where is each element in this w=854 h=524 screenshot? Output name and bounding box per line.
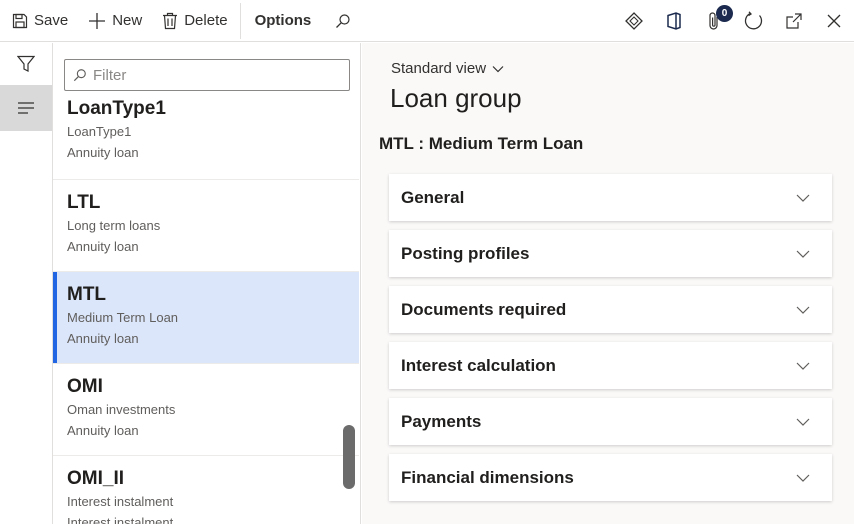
list-item-title: LTL: [67, 192, 101, 213]
list-item[interactable]: OMI_II Interest instalment Interest inst…: [53, 456, 359, 524]
list-item-description: Interest instalment: [67, 494, 174, 509]
list-item-title: LoanType1: [67, 98, 166, 119]
open-new-window-button[interactable]: [774, 0, 814, 42]
fasttab-label: Interest calculation: [401, 355, 556, 375]
fasttab-posting-profiles[interactable]: Posting profiles: [389, 230, 832, 277]
search-icon: [73, 69, 86, 82]
action-pane: Save New Delete Options 0: [0, 0, 854, 42]
list-item-type: Annuity loan: [67, 145, 139, 160]
list-item-title: OMI_II: [67, 468, 125, 489]
fasttab-payments[interactable]: Payments: [389, 398, 832, 445]
chevron-down-icon: [796, 418, 810, 426]
record-title: MTL : Medium Term Loan: [379, 134, 584, 153]
fasttab-list: General Posting profiles Documents requi…: [389, 174, 832, 510]
list-item-selected[interactable]: MTL Medium Term Loan Annuity loan: [53, 272, 359, 364]
fasttab-financial-dimensions[interactable]: Financial dimensions: [389, 454, 832, 501]
diamond-icon: [625, 12, 643, 30]
plus-icon: [89, 12, 106, 29]
delete-label: Delete: [184, 12, 228, 29]
chevron-down-icon: [796, 250, 810, 258]
details-pane: Standard view Loan group MTL : Medium Te…: [362, 43, 854, 524]
chevron-down-icon: [796, 362, 810, 370]
search-icon: [336, 13, 350, 28]
list-item-description: Oman investments: [67, 402, 176, 417]
list-item-description: LoanType1: [67, 124, 132, 139]
list-item-type: Annuity loan: [67, 239, 139, 254]
fasttab-general[interactable]: General: [389, 174, 832, 221]
fasttab-label: Financial dimensions: [401, 467, 574, 487]
fasttab-interest-calculation[interactable]: Interest calculation: [389, 342, 832, 389]
list-scrollbar-thumb[interactable]: [343, 425, 355, 489]
fasttab-documents-required[interactable]: Documents required: [389, 286, 832, 333]
fasttab-label: General: [401, 187, 465, 207]
delete-button[interactable]: Delete: [152, 0, 237, 42]
list-item-type: Annuity loan: [67, 423, 139, 438]
power-apps-button[interactable]: [614, 0, 654, 42]
office-icon: [667, 12, 681, 30]
list-item-type: Annuity loan: [67, 331, 139, 346]
refresh-icon: [744, 11, 763, 30]
office-button[interactable]: [654, 0, 694, 42]
refresh-button[interactable]: [734, 0, 774, 42]
list-pane-toggle[interactable]: [0, 85, 52, 131]
filter-box[interactable]: [64, 59, 350, 91]
pop-out-icon: [786, 13, 802, 29]
navigation-rail: [0, 43, 53, 524]
view-selector[interactable]: Standard view: [391, 60, 504, 77]
list-item[interactable]: OMI Oman investments Annuity loan: [53, 364, 359, 456]
chevron-down-icon: [796, 474, 810, 482]
page-title: Loan group: [390, 83, 522, 113]
filter-pane-toggle[interactable]: [0, 43, 52, 85]
fasttab-label: Documents required: [401, 299, 567, 319]
trash-icon: [163, 12, 178, 29]
filter-input[interactable]: [93, 66, 333, 84]
list-item[interactable]: LoanType1 LoanType1 Annuity loan: [53, 89, 359, 180]
close-button[interactable]: [814, 0, 854, 42]
attachments-button[interactable]: 0: [694, 0, 734, 42]
chevron-down-icon: [796, 194, 810, 202]
toolbar-divider: [239, 2, 241, 39]
attachments-count-badge: 0: [716, 5, 733, 22]
record-list-pane: LoanType1 LoanType1 Annuity loan LTL Lon…: [53, 43, 361, 524]
list-icon: [18, 102, 34, 114]
record-list: LoanType1 LoanType1 Annuity loan LTL Lon…: [53, 89, 359, 524]
list-item-title: OMI: [67, 376, 103, 397]
save-icon: [12, 13, 28, 28]
options-tab[interactable]: Options: [243, 0, 324, 42]
chevron-down-icon: [492, 65, 504, 72]
fasttab-label: Posting profiles: [401, 243, 530, 263]
view-selector-label: Standard view: [391, 60, 487, 77]
search-button[interactable]: [323, 0, 363, 42]
new-button[interactable]: New: [78, 0, 152, 42]
save-label: Save: [34, 12, 69, 29]
funnel-icon: [17, 55, 35, 72]
list-item[interactable]: LTL Long term loans Annuity loan: [53, 180, 359, 272]
fasttab-label: Payments: [401, 411, 482, 431]
list-item-title: MTL: [67, 284, 107, 305]
new-label: New: [112, 12, 143, 29]
chevron-down-icon: [796, 306, 810, 314]
close-icon: [827, 14, 841, 28]
list-item-description: Medium Term Loan: [67, 310, 179, 325]
save-button[interactable]: Save: [0, 0, 78, 42]
list-item-type: Interest instalment: [67, 515, 174, 524]
list-item-description: Long term loans: [67, 218, 161, 233]
